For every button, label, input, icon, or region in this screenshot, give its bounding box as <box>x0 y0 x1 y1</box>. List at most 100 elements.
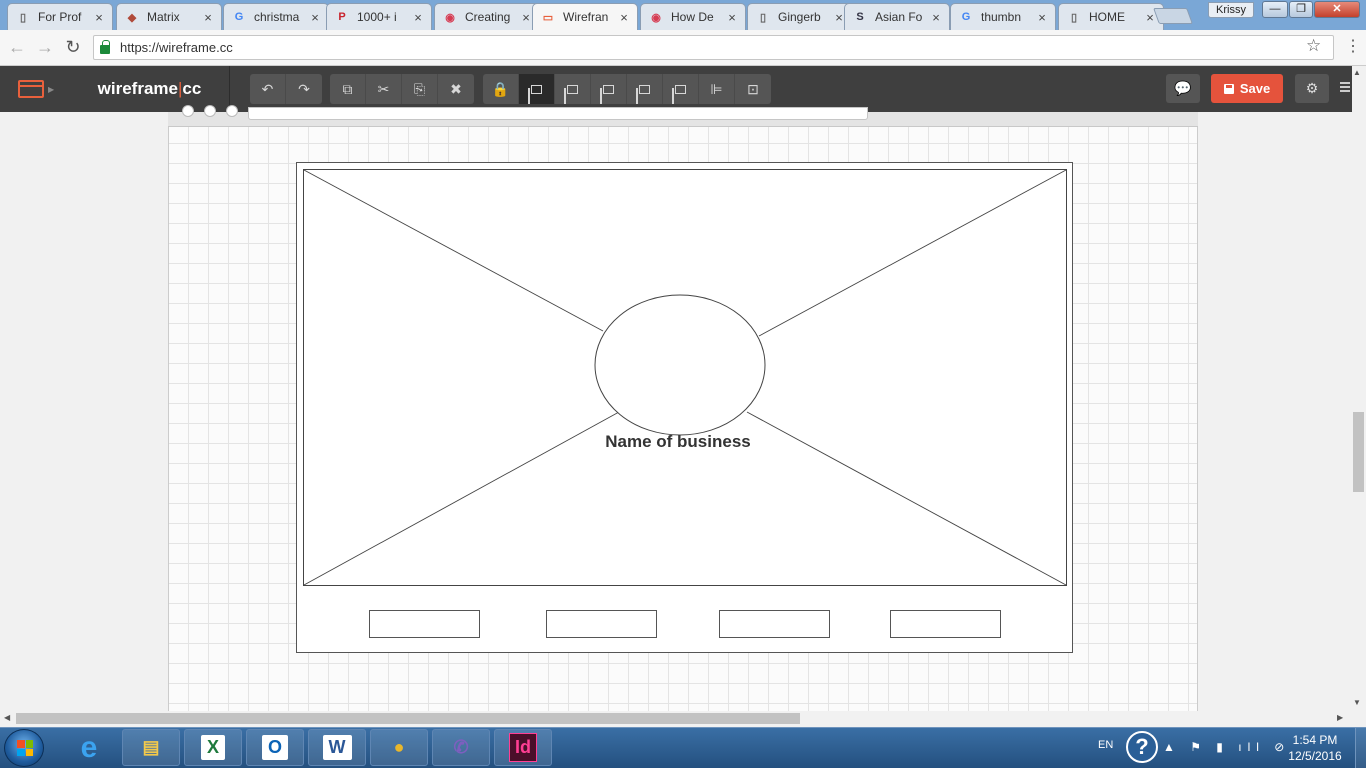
browser-tab[interactable]: Gthumbn × <box>950 3 1056 30</box>
group-icon[interactable]: ⊡ <box>735 74 771 104</box>
tab-title: christma <box>254 10 300 24</box>
undo-icon[interactable]: ↶ <box>250 74 286 104</box>
word-icon: W <box>322 735 352 760</box>
ie-icon: e <box>80 730 98 764</box>
comment-button[interactable]: 💬 <box>1166 74 1200 103</box>
clock[interactable]: 1:54 PM 12/5/2016 <box>1280 732 1350 764</box>
scroll-down-icon[interactable]: ▼ <box>1353 698 1361 707</box>
bring-forward-icon[interactable] <box>555 74 591 104</box>
tab-close-icon[interactable]: × <box>725 10 739 25</box>
clock-time: 1:54 PM <box>1292 733 1338 747</box>
browser-tab[interactable]: ◉ Creating × <box>434 3 540 30</box>
outlook-taskbar-button[interactable]: O <box>246 729 304 766</box>
tab-close-icon[interactable]: × <box>308 10 322 25</box>
cut-icon[interactable]: ✂ <box>366 74 402 104</box>
logo-circle-placeholder <box>594 294 766 436</box>
address-bar[interactable]: https://wireframe.cc <box>93 35 1334 60</box>
save-label: Save <box>1239 81 1271 96</box>
business-name-text[interactable]: Name of business <box>568 432 788 452</box>
ga-icon: ◉ <box>445 11 455 24</box>
tab-close-icon[interactable]: × <box>617 10 631 25</box>
tab-title: Wirefran <box>563 10 609 24</box>
scroll-up-icon[interactable]: ▲ <box>1353 68 1361 77</box>
browser-tab[interactable]: P 1000+ i × <box>326 3 432 30</box>
viber-taskbar-button[interactable]: ✆ <box>432 729 490 766</box>
horizontal-scroll-thumb[interactable] <box>16 713 800 724</box>
start-button[interactable] <box>4 729 44 767</box>
tab-close-icon[interactable]: × <box>929 10 943 25</box>
duplicate-icon[interactable]: ⧉ <box>330 74 366 104</box>
minimize-button[interactable]: — <box>1262 1 1288 18</box>
tab-title: For Prof <box>38 10 82 24</box>
ie-taskbar-button[interactable]: e <box>60 729 118 766</box>
tab-close-icon[interactable]: × <box>519 10 533 25</box>
app-menu-icon[interactable] <box>18 80 44 98</box>
settings-button[interactable]: ⚙ <box>1295 74 1329 103</box>
indesign-taskbar-button[interactable]: Id <box>494 729 552 766</box>
image-placeholder[interactable] <box>303 169 1067 586</box>
chrome-taskbar-button[interactable]: ● <box>370 729 428 766</box>
show-desktop-button[interactable] <box>1355 728 1366 768</box>
profile-button[interactable]: Krissy <box>1208 2 1254 18</box>
word-taskbar-button[interactable]: W <box>308 729 366 766</box>
align-left-icon[interactable]: ⊫ <box>699 74 735 104</box>
excel-taskbar-button[interactable]: X <box>184 729 242 766</box>
browser-tab[interactable]: ◆ Matrix × <box>116 3 222 30</box>
save-disk-icon <box>1223 83 1234 94</box>
browser-tab[interactable]: ▭ Wirefran × <box>532 3 638 30</box>
vertical-scroll-thumb[interactable] <box>1353 412 1364 492</box>
system-tray-icons[interactable]: ▲ ⚑ ▮ ıll ⊘ <box>1163 740 1290 754</box>
browser-tab[interactable]: ▯ HOME × <box>1058 3 1164 30</box>
reload-button[interactable]: ↻ <box>62 36 84 58</box>
nav-button-placeholder[interactable] <box>719 610 830 638</box>
tab-title: Asian Fo <box>875 10 923 24</box>
tab-close-icon[interactable]: × <box>92 10 106 25</box>
browser-tab[interactable]: S Asian Fo × <box>844 3 950 30</box>
chrome-menu-icon[interactable]: ⋮ <box>1345 36 1361 56</box>
tab-close-icon[interactable]: × <box>201 10 215 25</box>
forward-button[interactable]: → <box>34 36 56 58</box>
back-button[interactable]: ← <box>6 36 28 58</box>
doc-icon: ▯ <box>19 11 27 24</box>
file-explorer-taskbar-button[interactable]: ▤ <box>122 729 180 766</box>
save-button[interactable]: Save <box>1211 74 1283 103</box>
help-icon[interactable]: ? <box>1126 731 1158 763</box>
toolbar-group: ↶ ↷ <box>250 74 322 104</box>
browser-tab[interactable]: ▯ Gingerb × <box>747 3 853 30</box>
scroll-left-icon[interactable]: ◀ <box>4 713 10 722</box>
ga-icon: ◉ <box>651 11 661 24</box>
tab-close-icon[interactable]: × <box>411 10 425 25</box>
send-back-icon[interactable] <box>627 74 663 104</box>
maximize-button[interactable]: ❐ <box>1289 1 1313 18</box>
redo-icon[interactable]: ↷ <box>286 74 322 104</box>
vertical-scrollbar[interactable] <box>1352 66 1366 711</box>
arrange-icon[interactable] <box>663 74 699 104</box>
nav-button-placeholder[interactable] <box>369 610 480 638</box>
bring-front-icon[interactable] <box>519 74 555 104</box>
tab-title: thumbn <box>981 10 1022 24</box>
scroll-right-icon[interactable]: ▶ <box>1337 713 1343 722</box>
lock-icon[interactable]: 🔒 <box>483 74 519 104</box>
file-explorer-icon: ▤ <box>142 737 160 757</box>
clock-date: 12/5/2016 <box>1288 749 1342 763</box>
language-indicator[interactable]: EN <box>1098 739 1113 751</box>
hamburger-menu-icon[interactable] <box>1340 82 1350 84</box>
paste-icon[interactable]: ⎘ <box>402 74 438 104</box>
new-tab-button[interactable] <box>1153 8 1193 24</box>
comment-icon: 💬 <box>1174 80 1192 96</box>
excel-icon: X <box>200 735 225 760</box>
nav-button-placeholder[interactable] <box>890 610 1001 638</box>
tab-title: Creating <box>465 10 511 24</box>
browser-tab[interactable]: ▯ For Prof × <box>7 3 113 30</box>
bookmark-star-icon[interactable]: ☆ <box>1306 36 1321 56</box>
outlook-icon: O <box>261 735 288 760</box>
doc-icon: ▯ <box>759 11 767 24</box>
window-close-button[interactable]: ✕ <box>1314 1 1360 18</box>
browser-tab[interactable]: Gchristma × <box>223 3 329 30</box>
send-backward-icon[interactable] <box>591 74 627 104</box>
delete-icon[interactable]: ✖ <box>438 74 474 104</box>
toolbar-group: 🔒 ⊫ ⊡ <box>483 74 771 104</box>
nav-button-placeholder[interactable] <box>546 610 657 638</box>
browser-tab[interactable]: ◉ How De × <box>640 3 746 30</box>
tab-close-icon[interactable]: × <box>1035 10 1049 25</box>
